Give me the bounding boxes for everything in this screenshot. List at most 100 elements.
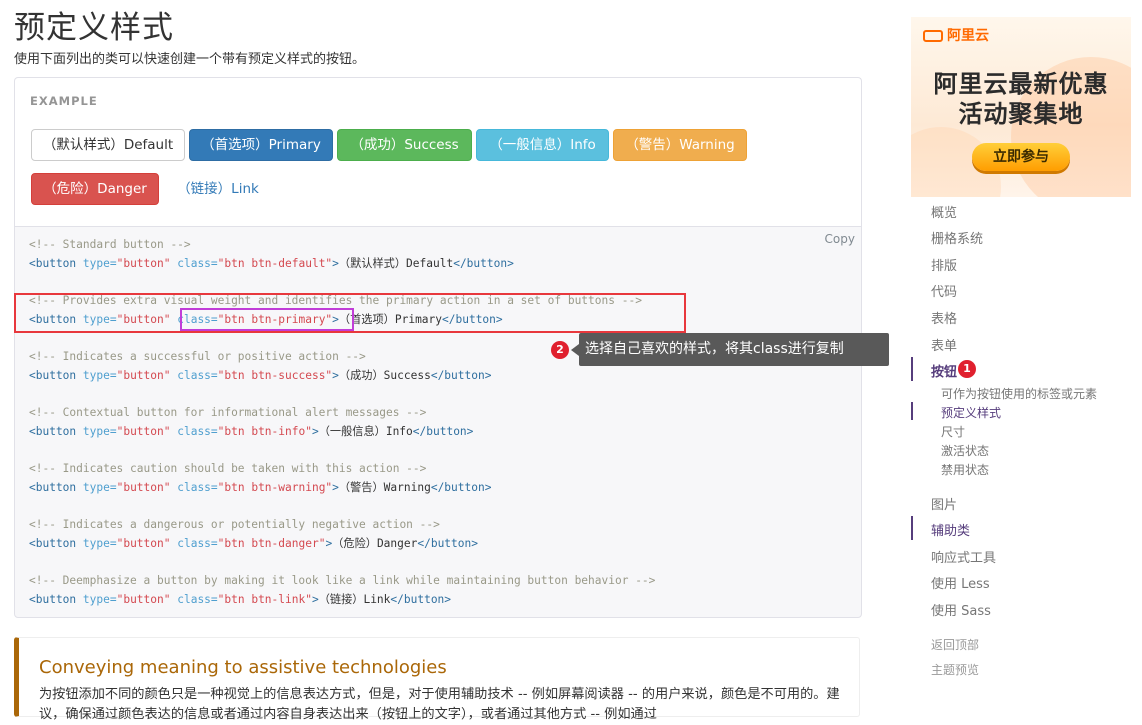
code-comment: <!-- Indicates a dangerous or potentiall… [29, 518, 440, 531]
code-tag: > [332, 369, 339, 382]
code-tag: > [311, 425, 319, 438]
primary-button[interactable]: （首选项）Primary [189, 129, 333, 161]
code-tag: <button [29, 593, 77, 606]
ad-cta-button[interactable]: 立即参与 [972, 143, 1070, 171]
code-value: "button" [116, 481, 171, 494]
code-block: Copy [14, 226, 862, 618]
code-attr: type= [82, 537, 117, 550]
code-value: "btn btn-success" [217, 369, 333, 382]
code-comment: <!-- Deemphasize a button by making it l… [29, 574, 656, 587]
step-badge-2: 2 [551, 341, 569, 359]
code-tag: <button [29, 369, 77, 382]
code-value: "btn btn-link" [217, 593, 312, 606]
ad-headline-2: 活动聚集地 [958, 100, 1084, 128]
code-value: "button" [116, 537, 171, 550]
code-attr: class= [177, 537, 218, 550]
code-button-line: <button type="button" class="btn btn-suc… [29, 369, 491, 383]
code-attr: type= [82, 425, 117, 438]
code-button-line: <button type="button" class="btn btn-dan… [29, 537, 478, 551]
ad-brand: 阿里云 [947, 28, 989, 44]
code-tag: > [332, 481, 339, 494]
sidebar-subitem-options[interactable]: 预定义样式 [941, 404, 1001, 421]
sidebar-item-sass[interactable]: 使用 Sass [931, 600, 991, 619]
aliyun-logo: 阿里云 [923, 25, 989, 45]
sidebar-subitem-tags[interactable]: 可作为按钮使用的标签或元素 [941, 385, 1097, 402]
code-comment: <!-- Indicates a successful or positive … [29, 350, 366, 363]
sidebar-item-images[interactable]: 图片 [931, 494, 957, 513]
default-button[interactable]: （默认样式）Default [31, 129, 185, 161]
callout-warning: Conveying meaning to assistive technolog… [14, 637, 860, 722]
code-button-line: <button type="button" class="btn btn-def… [29, 257, 514, 271]
success-button[interactable]: （成功）Success [337, 129, 472, 161]
sidebar-subitem-disabled[interactable]: 禁用状态 [941, 461, 989, 478]
info-button[interactable]: （一般信息）Info [476, 129, 609, 161]
warning-button[interactable]: （警告）Warning [613, 129, 747, 161]
annotation-tooltip: 选择自己喜欢的样式，将其class进行复制 [579, 333, 889, 366]
code-text: （警告）Warning [338, 481, 431, 494]
code-attr: class= [177, 257, 218, 270]
code-value: "button" [116, 425, 171, 438]
code-value: "button" [116, 369, 171, 382]
code-comment: <!-- Indicates caution should be taken w… [29, 462, 427, 475]
sidebar-subitem-active[interactable]: 激活状态 [941, 442, 989, 459]
aliyun-logo-icon [923, 30, 943, 42]
ad-banner[interactable]: 阿里云 阿里云最新优惠 活动聚集地 立即参与 [911, 17, 1131, 197]
code-attr: type= [82, 593, 117, 606]
sidebar-item-code[interactable]: 代码 [931, 281, 957, 300]
code-tag: > [332, 257, 339, 270]
page-title: 预定义样式 [14, 10, 174, 46]
code-attr: class= [177, 481, 218, 494]
sidebar-item-less[interactable]: 使用 Less [931, 573, 990, 592]
code-attr: class= [177, 425, 218, 438]
sidebar-item-typography[interactable]: 排版 [931, 255, 957, 274]
callout-body: 为按钮添加不同的颜色只是一种视觉上的信息表达方式，但是，对于使用辅助技术 -- … [39, 687, 840, 722]
code-tag: </button> [390, 593, 452, 606]
sidebar-item-tables[interactable]: 表格 [931, 308, 957, 327]
code-button-line: <button type="button" class="btn btn-inf… [29, 425, 473, 439]
code-comment: <!-- Contextual button for informational… [29, 406, 427, 419]
callout-title: Conveying meaning to assistive technolog… [39, 657, 447, 678]
code-text: （一般信息）Info [318, 425, 413, 438]
code-tag: </button> [417, 537, 478, 550]
theme-preview-link[interactable]: 主题预览 [931, 661, 979, 678]
code-tag: </button> [430, 481, 492, 494]
link-button[interactable]: （链接）Link [173, 173, 263, 205]
code-tag: > [311, 593, 319, 606]
back-to-top-link[interactable]: 返回顶部 [931, 636, 979, 653]
page-intro: 使用下面列出的类可以快速创建一个带有预定义样式的按钮。 [14, 52, 366, 67]
code-value: "button" [116, 593, 171, 606]
sidebar-item-responsive[interactable]: 响应式工具 [931, 547, 996, 566]
step-badge-1: 1 [958, 360, 976, 378]
code-text: （默认样式）Default [338, 257, 454, 270]
copy-button[interactable]: Copy [825, 232, 855, 246]
sidebar-active-bar [911, 357, 913, 381]
code-attr: type= [82, 369, 117, 382]
example-panel: EXAMPLE （默认样式）Default （首选项）Primary （成功）S… [14, 77, 862, 228]
sidebar-item-helpers[interactable]: 辅助类 [931, 520, 970, 539]
tooltip-arrow [571, 344, 579, 356]
code-value: "btn btn-warning" [217, 481, 333, 494]
code-value: "btn btn-default" [217, 257, 333, 270]
example-label: EXAMPLE [30, 94, 98, 108]
sidebar-item-forms[interactable]: 表单 [931, 335, 957, 354]
code-button-line: <button type="button" class="btn btn-war… [29, 481, 491, 495]
sidebar-item-overview[interactable]: 概览 [931, 202, 957, 221]
code-attr: type= [82, 481, 117, 494]
code-comment: <!-- Standard button --> [29, 238, 191, 251]
danger-button[interactable]: （危险）Danger [31, 173, 159, 205]
code-tag: </button> [453, 257, 514, 270]
code-tag: </button> [412, 425, 474, 438]
code-tag: <button [29, 425, 77, 438]
sidebar-helper-bar [911, 516, 913, 540]
code-text: （链接）Link [318, 593, 391, 606]
code-text: （成功）Success [338, 369, 431, 382]
sidebar-subitem-sizes[interactable]: 尺寸 [941, 423, 965, 440]
code-value: "btn btn-info" [217, 425, 312, 438]
code-tag: <button [29, 481, 77, 494]
code-button-line: <button type="button" class="btn btn-lin… [29, 593, 451, 607]
code-tag: </button> [430, 369, 492, 382]
sidebar-item-grid[interactable]: 栅格系统 [931, 228, 983, 247]
sidebar-item-buttons[interactable]: 按钮 [931, 361, 957, 380]
code-value: "btn btn-danger" [217, 537, 326, 550]
sidebar-sub-active-bar [911, 402, 913, 420]
